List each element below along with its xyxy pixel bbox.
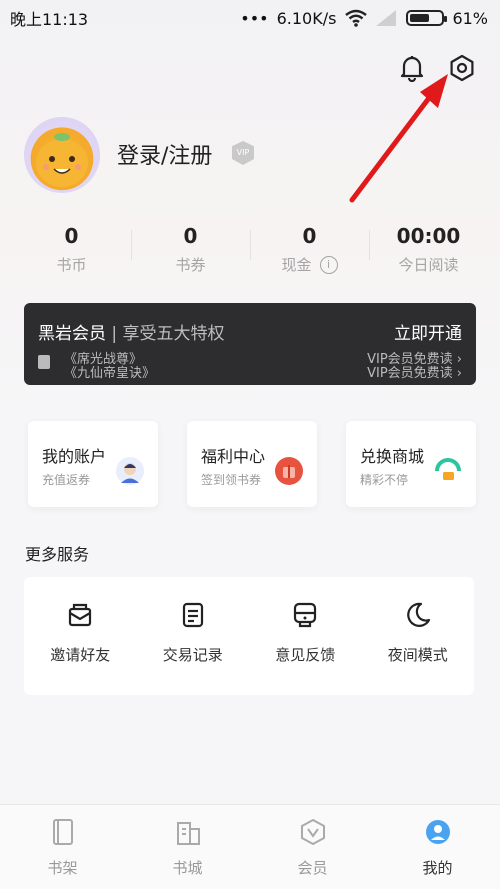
- bookshelf-icon: [52, 819, 73, 845]
- vip-ticker-left: 《席光战尊》 《九仙帝皇诀》: [64, 353, 155, 381]
- signal-icon: [376, 10, 397, 26]
- gift-icon: [275, 457, 303, 485]
- card-title: 我的账户: [42, 447, 107, 466]
- info-icon[interactable]: i: [319, 255, 338, 274]
- tab-member[interactable]: 会员: [250, 805, 375, 889]
- stat-value: 0: [183, 224, 198, 248]
- shop-icon: [434, 457, 462, 485]
- card-welfare-center[interactable]: 福利中心 签到领书券: [187, 421, 317, 507]
- card-subtitle: 精彩不停: [360, 473, 409, 487]
- vip-open-button[interactable]: 立即开通: [394, 319, 462, 344]
- service-transaction-records[interactable]: 交易记录: [137, 577, 250, 695]
- battery-percent: 61%: [452, 8, 488, 28]
- tab-mine[interactable]: 我的: [375, 805, 500, 889]
- ticker-line: 《九仙帝皇诀》: [64, 366, 156, 381]
- bookstore-icon: [176, 822, 200, 845]
- stat-value: 0: [64, 224, 79, 248]
- service-label: 意见反馈: [275, 646, 336, 664]
- dots-icon: •••: [240, 8, 269, 28]
- status-indicators: ••• 6.10K/s 61%: [240, 9, 488, 28]
- status-bar: 晚上11:13 ••• 6.10K/s 61%: [0, 0, 500, 36]
- tab-label: 会员: [297, 859, 328, 877]
- user-avatar-icon: [116, 457, 144, 485]
- wifi-icon: [345, 9, 368, 27]
- bottom-tab-bar: 书架 书城 会员 我的: [0, 804, 500, 889]
- service-label: 邀请好友: [50, 646, 111, 664]
- service-night-mode[interactable]: 夜间模式: [362, 577, 475, 695]
- card-exchange-mall[interactable]: 兑换商城 精彩不停: [346, 421, 476, 507]
- more-services-title: 更多服务: [25, 545, 90, 564]
- card-title: 福利中心: [201, 447, 266, 466]
- card-subtitle: 充值返券: [42, 473, 91, 487]
- stat-value: 00:00: [396, 224, 461, 248]
- tab-label: 书架: [47, 859, 78, 877]
- stat-label: 书券: [175, 256, 206, 274]
- tab-bookshelf[interactable]: 书架: [0, 805, 125, 889]
- more-services-panel: 邀请好友 交易记录 意见反馈 夜间模式: [24, 577, 474, 695]
- profile-icon: [425, 820, 450, 844]
- book-icon: [38, 355, 50, 369]
- stat-label: 现金: [281, 256, 312, 274]
- status-time: 晚上11:13: [10, 10, 89, 29]
- ticker-line: 《席光战尊》: [64, 352, 143, 367]
- annotation-arrow-icon: [349, 74, 448, 203]
- network-speed: 6.10K/s: [276, 8, 337, 28]
- stat-label: 今日阅读: [398, 256, 459, 274]
- service-invite-friends[interactable]: 邀请好友: [24, 577, 137, 695]
- stat-reading-time[interactable]: 00:00 今日阅读: [369, 222, 488, 276]
- vip-subtitle: | 享受五大特权: [111, 324, 225, 344]
- card-my-account[interactable]: 我的账户 充值返券: [28, 421, 158, 507]
- stat-label: 书币: [56, 256, 87, 274]
- vip-title-main: 黑岩会员: [38, 324, 106, 344]
- battery-icon: [406, 10, 448, 26]
- vip-title: 黑岩会员 | 享受五大特权: [38, 319, 225, 344]
- vip-ticker-right: VIP会员免费读 › VIP会员免费读 ›: [367, 353, 462, 381]
- ticker-line: VIP会员免费读 ›: [367, 366, 462, 381]
- card-subtitle: 签到领书券: [201, 473, 262, 487]
- stat-vouchers[interactable]: 0 书券: [131, 222, 250, 276]
- feature-cards: 我的账户 充值返券 福利中心 签到领书券 兑换商城 精彩不停: [28, 421, 476, 507]
- ticker-line: VIP会员免费读 ›: [367, 352, 462, 367]
- card-title: 兑换商城: [360, 447, 425, 466]
- stat-coins[interactable]: 0 书币: [12, 222, 131, 276]
- member-icon: [300, 819, 325, 845]
- moon-icon: [406, 602, 430, 627]
- service-feedback[interactable]: 意见反馈: [249, 577, 362, 695]
- service-label: 夜间模式: [387, 646, 448, 664]
- service-label: 交易记录: [162, 646, 223, 664]
- feedback-icon: [294, 602, 317, 628]
- vip-membership-banner[interactable]: 黑岩会员 | 享受五大特权 立即开通 《席光战尊》 《九仙帝皇诀》 VIP会员免…: [24, 303, 476, 385]
- record-list-icon: [182, 602, 203, 628]
- tab-label: 我的: [422, 859, 453, 877]
- avatar[interactable]: [24, 117, 100, 193]
- tab-label: 书城: [172, 859, 203, 877]
- tab-bookstore[interactable]: 书城: [125, 805, 250, 889]
- stat-cash[interactable]: 0 现金 i: [250, 222, 369, 276]
- stats-row: 0 书币 0 书券 0 现金 i 00:00 今日阅读: [12, 222, 488, 276]
- stat-value: 0: [302, 224, 317, 248]
- invite-envelope-icon: [69, 603, 92, 627]
- login-register-link[interactable]: 登录/注册: [117, 138, 212, 170]
